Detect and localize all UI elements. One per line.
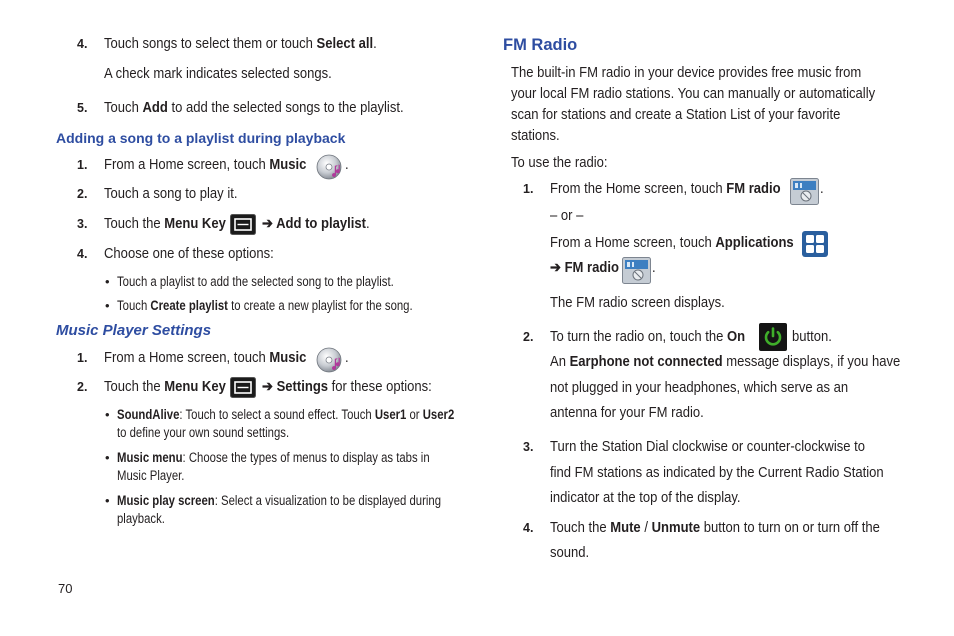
menu-key-icon [230, 377, 256, 398]
step-text: sound. [550, 545, 590, 561]
step-text: From a Home screen, touch Music [104, 157, 307, 173]
step-text: antenna for your FM radio. [550, 405, 704, 421]
section-heading-settings: Music Player Settings [56, 322, 212, 339]
step-note: The FM radio screen displays. [550, 295, 725, 311]
step-number: 4. [77, 37, 88, 51]
step-number: 4. [523, 521, 534, 535]
bullet: • [105, 493, 110, 508]
step-text: From the Home screen, touch FM radio [550, 181, 781, 197]
step-number: 1. [523, 182, 534, 196]
step-text: From a Home screen, touch Applications [550, 235, 794, 251]
step-number: 5. [77, 101, 88, 115]
step-number: 4. [77, 247, 88, 261]
music-icon [316, 347, 342, 373]
step-text: Touch Add to add the selected songs to t… [104, 100, 404, 116]
option-text: Music menu: Choose the types of menus to… [117, 450, 430, 465]
paragraph-line: To use the radio: [511, 155, 608, 171]
step-number: 1. [77, 351, 88, 365]
bullet: • [105, 407, 110, 422]
step-text: Touch a song to play it. [104, 186, 238, 202]
step-number: 2. [77, 187, 88, 201]
step-number: 2. [77, 380, 88, 394]
paragraph-line: scan for stations and create a Station L… [511, 107, 841, 123]
option-text: Music play screen: Select a visualizatio… [117, 493, 442, 508]
option-text: Touch Create playlist to create a new pl… [117, 298, 413, 313]
step-text: not plugged in your headphones, which se… [550, 380, 849, 396]
paragraph-line: your local FM radio stations. You can ma… [511, 86, 876, 102]
option-text: Music Player. [117, 468, 185, 483]
option-text: to define your own sound settings. [117, 425, 290, 440]
option-text: playback. [117, 511, 165, 526]
step-text: An Earphone not connected message displa… [550, 354, 901, 370]
step-text: Touch the Menu Key [104, 379, 226, 395]
music-icon [316, 154, 342, 180]
fm-radio-icon [790, 178, 819, 205]
power-on-icon [759, 323, 787, 351]
page-number: 70 [58, 581, 73, 596]
menu-key-icon [230, 214, 256, 235]
step-text: Touch the Mute / Unmute button to turn o… [550, 520, 880, 536]
paragraph-line: The built-in FM radio in your device pro… [511, 65, 862, 81]
step-text: From a Home screen, touch Music [104, 350, 307, 366]
step-note: A check mark indicates selected songs. [104, 66, 332, 82]
bullet: • [105, 274, 110, 289]
step-text: indicator at the top of the display. [550, 490, 741, 506]
or-separator: – or – [550, 208, 584, 224]
step-text: Touch songs to select them or touch Sele… [104, 36, 377, 52]
option-text: SoundAlive: Touch to select a sound effe… [117, 407, 455, 422]
bullet: • [105, 298, 110, 313]
bullet: • [105, 450, 110, 465]
step-number: 3. [523, 440, 534, 454]
option-text: Touch a playlist to add the selected son… [117, 274, 394, 289]
step-number: 1. [77, 158, 88, 172]
fm-radio-icon [622, 257, 651, 284]
step-text: Choose one of these options: [104, 246, 274, 262]
step-text: Turn the Station Dial clockwise or count… [550, 439, 866, 455]
step-text: find FM stations as indicated by the Cur… [550, 465, 884, 481]
section-heading-adding: Adding a song to a playlist during playb… [56, 130, 346, 146]
step-number: 3. [77, 217, 88, 231]
step-text: To turn the radio on, touch the On [550, 329, 746, 345]
step-text: Touch the Menu Key [104, 216, 226, 232]
paragraph-line: stations. [511, 128, 560, 144]
section-heading-fm-radio: FM Radio [503, 36, 578, 54]
applications-icon [802, 231, 828, 257]
step-number: 2. [523, 330, 534, 344]
